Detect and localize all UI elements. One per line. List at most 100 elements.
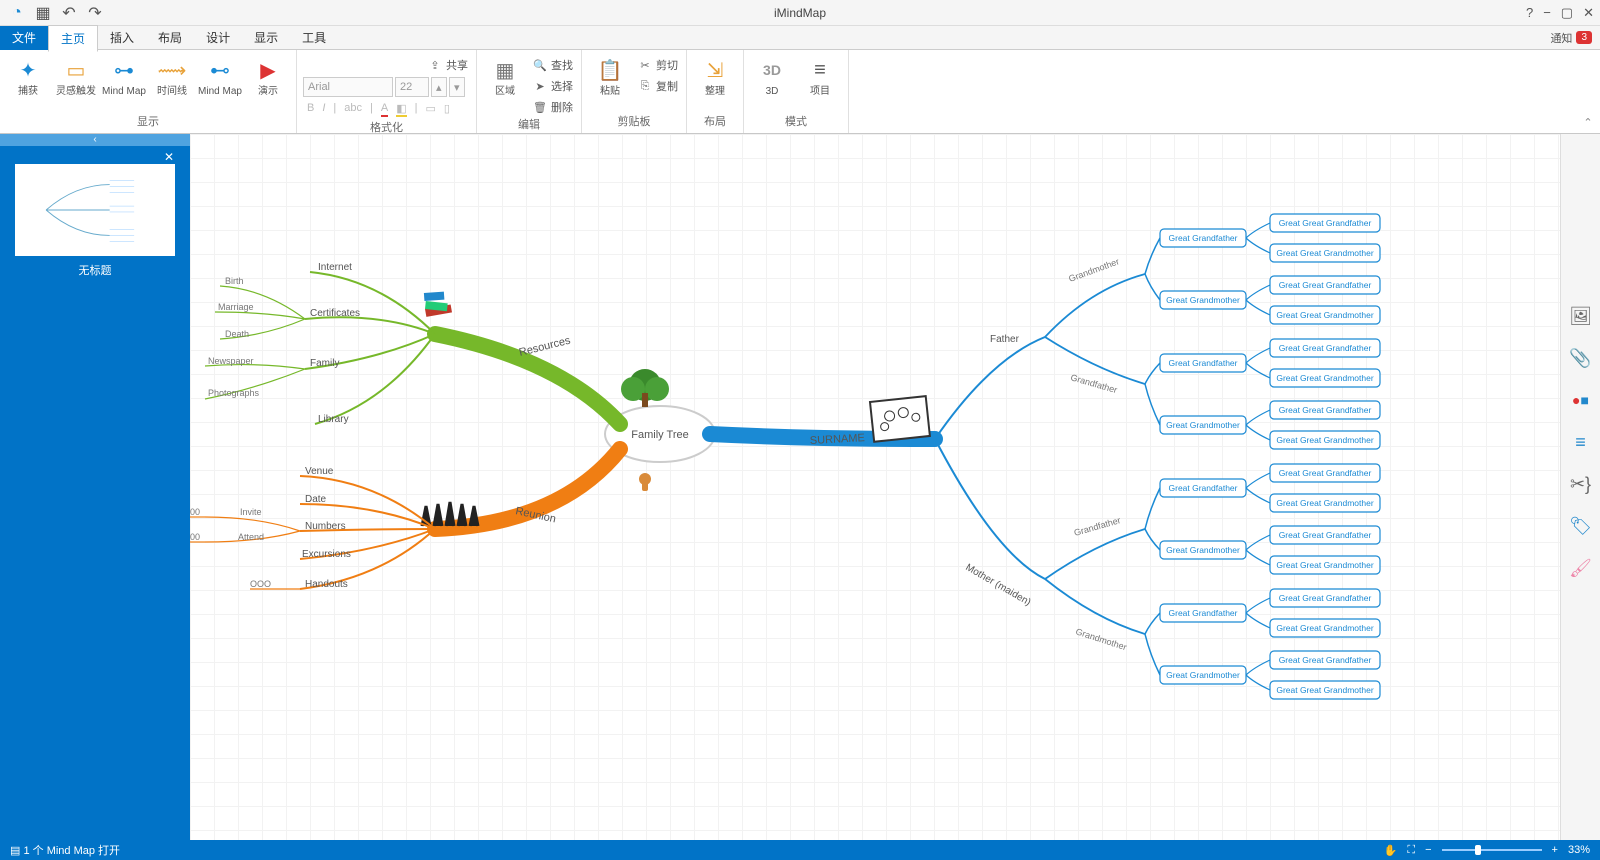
rtool-image-icon[interactable]: 🖼: [1569, 304, 1593, 328]
notify-badge[interactable]: 3: [1576, 31, 1592, 44]
strike-icon[interactable]: abc: [344, 102, 362, 117]
canvas[interactable]: Family Tree Resources Internet Certifica…: [190, 134, 1560, 840]
svg-text:Great Great Grandfather: Great Great Grandfather: [1279, 343, 1372, 353]
btn-inspire[interactable]: ▭灵感触发: [54, 54, 98, 97]
tab-design[interactable]: 设计: [194, 25, 242, 50]
thumb-close-icon[interactable]: ✕: [164, 150, 174, 164]
sb-map-icon[interactable]: ▤: [10, 844, 20, 857]
tab-insert[interactable]: 插入: [98, 25, 146, 50]
sb-zoom-text: 33%: [1568, 844, 1590, 856]
svg-text:Great Great Grandmother: Great Great Grandmother: [1276, 498, 1373, 508]
help-icon[interactable]: ?: [1526, 5, 1533, 21]
sb-fit-icon[interactable]: ⛶: [1407, 844, 1415, 857]
qat-undo-icon[interactable]: ↶: [60, 4, 78, 22]
btn-tidy[interactable]: ⇲整理: [693, 54, 737, 97]
node-venue: Venue: [305, 466, 334, 477]
search-icon: 🔍: [533, 58, 547, 72]
btn-3d[interactable]: 3D3D: [750, 54, 794, 97]
btn-find[interactable]: 🔍查找: [531, 56, 575, 74]
btn-region[interactable]: ▦区域: [483, 54, 527, 97]
font-family-select[interactable]: Arial: [303, 77, 393, 97]
tab-layout[interactable]: 布局: [146, 25, 194, 50]
thumbnail[interactable]: [15, 164, 175, 256]
btn-project[interactable]: ≡项目: [798, 54, 842, 97]
font-dec-icon[interactable]: ▾: [449, 77, 465, 97]
node-invite: Invite: [240, 507, 262, 517]
node-photographs: Photographs: [208, 388, 260, 398]
tab-file[interactable]: 文件: [0, 25, 48, 50]
sb-left-text: 1 个 Mind Map 打开: [23, 842, 120, 858]
node-death: Death: [225, 329, 249, 339]
svg-text:Great Great Grandfather: Great Great Grandfather: [1279, 530, 1372, 540]
tab-view[interactable]: 显示: [242, 25, 290, 50]
sb-hand-icon[interactable]: ✋: [1384, 844, 1398, 857]
grp-edit-label: 编辑: [483, 116, 575, 134]
font-size-select[interactable]: 22: [395, 77, 429, 97]
close-icon[interactable]: ✕: [1583, 5, 1594, 21]
sb-zoom-in-icon[interactable]: +: [1552, 844, 1558, 856]
svg-text:Great Great Grandmother: Great Great Grandmother: [1276, 560, 1373, 570]
tab-home[interactable]: 主页: [48, 25, 98, 52]
ribbon-collapse-icon[interactable]: ⌃: [1576, 50, 1600, 133]
fill-color-icon[interactable]: ◧: [396, 102, 406, 117]
btn-paste[interactable]: 📋粘贴: [588, 54, 632, 97]
font-color-icon[interactable]: A: [381, 102, 388, 117]
rtool-shapes-icon[interactable]: ●■: [1569, 388, 1593, 412]
thumb-title: 无标题: [10, 262, 180, 278]
svg-text:Great Grandfather: Great Grandfather: [1169, 358, 1238, 368]
maximize-icon[interactable]: ▢: [1561, 5, 1573, 21]
svg-text:Great Great Grandfather: Great Great Grandfather: [1279, 593, 1372, 603]
svg-text:00: 00: [190, 532, 200, 542]
qat-redo-icon[interactable]: ↷: [86, 4, 104, 22]
font-inc-icon[interactable]: ▴: [431, 77, 447, 97]
btn-capture[interactable]: ✦捕获: [6, 54, 50, 97]
border2-icon[interactable]: ▯: [444, 102, 450, 117]
rtool-brush-icon[interactable]: 🖌: [1569, 556, 1593, 580]
btn-mindmap2[interactable]: ⊷Mind Map: [198, 54, 242, 97]
node-newspaper: Newspaper: [208, 356, 254, 366]
mindmap-svg: Family Tree Resources Internet Certifica…: [190, 134, 1560, 840]
qat-logo-icon[interactable]: ◔: [8, 4, 26, 22]
cut-icon: ✂: [638, 58, 652, 72]
rtool-tag-icon[interactable]: 🏷: [1569, 514, 1593, 538]
share-icon: ⇪: [428, 58, 442, 72]
svg-text:Grandfather: Grandfather: [1073, 515, 1122, 538]
svg-text:Great Great Grandmother: Great Great Grandmother: [1276, 623, 1373, 633]
statusbar: ▤ 1 个 Mind Map 打开 ✋ ⛶ − + 33%: [0, 840, 1600, 860]
rtool-snippet-icon[interactable]: ✂}: [1569, 472, 1593, 496]
grp-mode-label: 模式: [750, 113, 842, 131]
sb-zoom-out-icon[interactable]: −: [1425, 844, 1431, 856]
svg-text:Great Great Grandmother: Great Great Grandmother: [1276, 685, 1373, 695]
node-date: Date: [305, 494, 327, 505]
ribbon: ✦捕获 ▭灵感触发 ⊶Mind Map ⟿时间线 ⊷Mind Map ▶演示 显…: [0, 50, 1600, 134]
node-ooo: OOO: [250, 579, 271, 589]
rtool-attach-icon[interactable]: 📎: [1569, 346, 1593, 370]
cursor-icon: ➤: [533, 79, 547, 93]
minimize-icon[interactable]: −: [1543, 5, 1551, 21]
btn-mindmap[interactable]: ⊶Mind Map: [102, 54, 146, 97]
rtool-list-icon[interactable]: ≡: [1569, 430, 1593, 454]
btn-present[interactable]: ▶演示: [246, 54, 290, 97]
border-icon[interactable]: ▭: [425, 102, 435, 117]
center-label: Family Tree: [631, 429, 688, 441]
svg-text:Great Great Grandfather: Great Great Grandfather: [1279, 280, 1372, 290]
menubar: 文件 主页 插入 布局 设计 显示 工具 通知 3: [0, 26, 1600, 50]
btn-timeline[interactable]: ⟿时间线: [150, 54, 194, 97]
btn-cut[interactable]: ✂剪切: [636, 56, 680, 74]
notify-label[interactable]: 通知: [1550, 30, 1576, 46]
qat-save-icon[interactable]: ▦: [34, 4, 52, 22]
btn-select[interactable]: ➤选择: [531, 77, 575, 95]
workspace: ‹ ✕ 无标题 Family Tree: [0, 134, 1600, 840]
italic-icon[interactable]: I: [322, 102, 325, 117]
btn-copy[interactable]: ⎘复制: [636, 77, 680, 95]
bold-icon[interactable]: B: [307, 102, 314, 117]
zoom-slider[interactable]: [1442, 849, 1542, 851]
btn-delete[interactable]: 🗑删除: [531, 98, 575, 116]
sidebar-collapse[interactable]: ‹: [0, 134, 190, 146]
svg-text:Great Great Grandfather: Great Great Grandfather: [1279, 405, 1372, 415]
node-numbers: Numbers: [305, 521, 346, 532]
grp-layout-label: 布局: [693, 113, 737, 131]
share-label[interactable]: 共享: [446, 57, 468, 73]
tab-tool[interactable]: 工具: [290, 25, 338, 50]
svg-text:Great Great Grandfather: Great Great Grandfather: [1279, 468, 1372, 478]
